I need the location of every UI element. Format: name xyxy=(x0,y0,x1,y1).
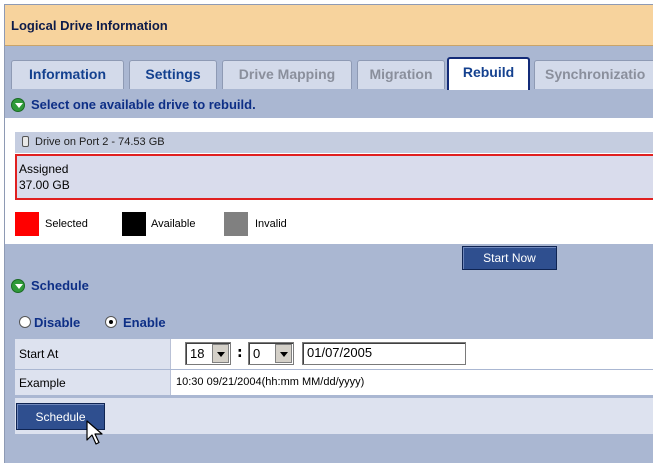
segment-size: 37.00 GB xyxy=(19,178,70,192)
drive-icon xyxy=(22,136,29,147)
tab-rebuild[interactable]: Rebuild xyxy=(447,57,530,90)
legend-available-swatch xyxy=(122,212,146,236)
section-bullet-icon xyxy=(11,279,25,293)
drive-header[interactable]: Drive on Port 2 - 74.53 GB xyxy=(15,132,653,153)
hour-select[interactable]: 18 xyxy=(185,342,231,365)
chevron-down-icon[interactable] xyxy=(275,344,292,363)
drive-selection-panel: Drive on Port 2 - 74.53 GB Assigned 37.0… xyxy=(5,118,653,244)
tab-settings[interactable]: Settings xyxy=(129,60,217,89)
mouse-pointer-icon xyxy=(86,420,103,445)
rebuild-heading-text: Select one available drive to rebuild. xyxy=(31,97,256,112)
time-separator: : xyxy=(237,345,243,361)
tab-bar: Information Settings Drive Mapping Migra… xyxy=(5,46,653,91)
enable-radio-label[interactable]: Enable xyxy=(123,315,166,330)
window-title: Logical Drive Information xyxy=(11,18,168,33)
example-label-cell: Example xyxy=(15,370,171,395)
legend-invalid-swatch xyxy=(224,212,248,236)
start-at-label-cell: Start At xyxy=(15,339,171,369)
drive-label: Drive on Port 2 - 74.53 GB xyxy=(35,136,165,148)
schedule-section-heading: Schedule xyxy=(5,272,653,300)
legend-available-label: Available xyxy=(151,218,196,230)
example-label: Example xyxy=(19,376,66,390)
tab-information[interactable]: Information xyxy=(11,60,124,89)
example-value: 10:30 09/21/2004(hh:mm MM/dd/yyyy) xyxy=(176,376,365,388)
chevron-down-icon[interactable] xyxy=(212,344,229,363)
example-row: Example 10:30 09/21/2004(hh:mm MM/dd/yyy… xyxy=(15,370,653,395)
start-now-button[interactable]: Start Now xyxy=(462,246,557,270)
logical-drive-window: Logical Drive Information Information Se… xyxy=(4,4,653,463)
start-at-label: Start At xyxy=(19,347,59,361)
date-input[interactable]: 01/07/2005 xyxy=(302,342,466,365)
tab-synchronization[interactable]: Synchronizatio xyxy=(534,60,653,89)
tab-migration[interactable]: Migration xyxy=(357,60,445,89)
minute-value: 0 xyxy=(253,346,261,361)
disable-radio-label[interactable]: Disable xyxy=(34,315,80,330)
schedule-heading-text: Schedule xyxy=(31,278,89,293)
start-at-row: Start At 18 : 0 01/07/2005 xyxy=(15,339,653,369)
legend-invalid-label: Invalid xyxy=(255,218,287,230)
drive-segment-assigned[interactable]: Assigned 37.00 GB xyxy=(15,154,653,200)
hour-value: 18 xyxy=(190,346,205,361)
disable-radio[interactable] xyxy=(19,316,31,328)
legend-selected-swatch xyxy=(15,212,39,236)
minute-select[interactable]: 0 xyxy=(248,342,294,365)
enable-radio[interactable] xyxy=(105,316,117,328)
tab-drive-mapping[interactable]: Drive Mapping xyxy=(222,60,352,89)
title-bar: Logical Drive Information xyxy=(5,5,653,46)
legend-selected-label: Selected xyxy=(45,218,88,230)
segment-status: Assigned xyxy=(19,162,69,176)
schedule-button-bar xyxy=(15,398,653,434)
section-bullet-icon xyxy=(11,98,25,112)
rebuild-section-heading: Select one available drive to rebuild. xyxy=(5,91,653,119)
